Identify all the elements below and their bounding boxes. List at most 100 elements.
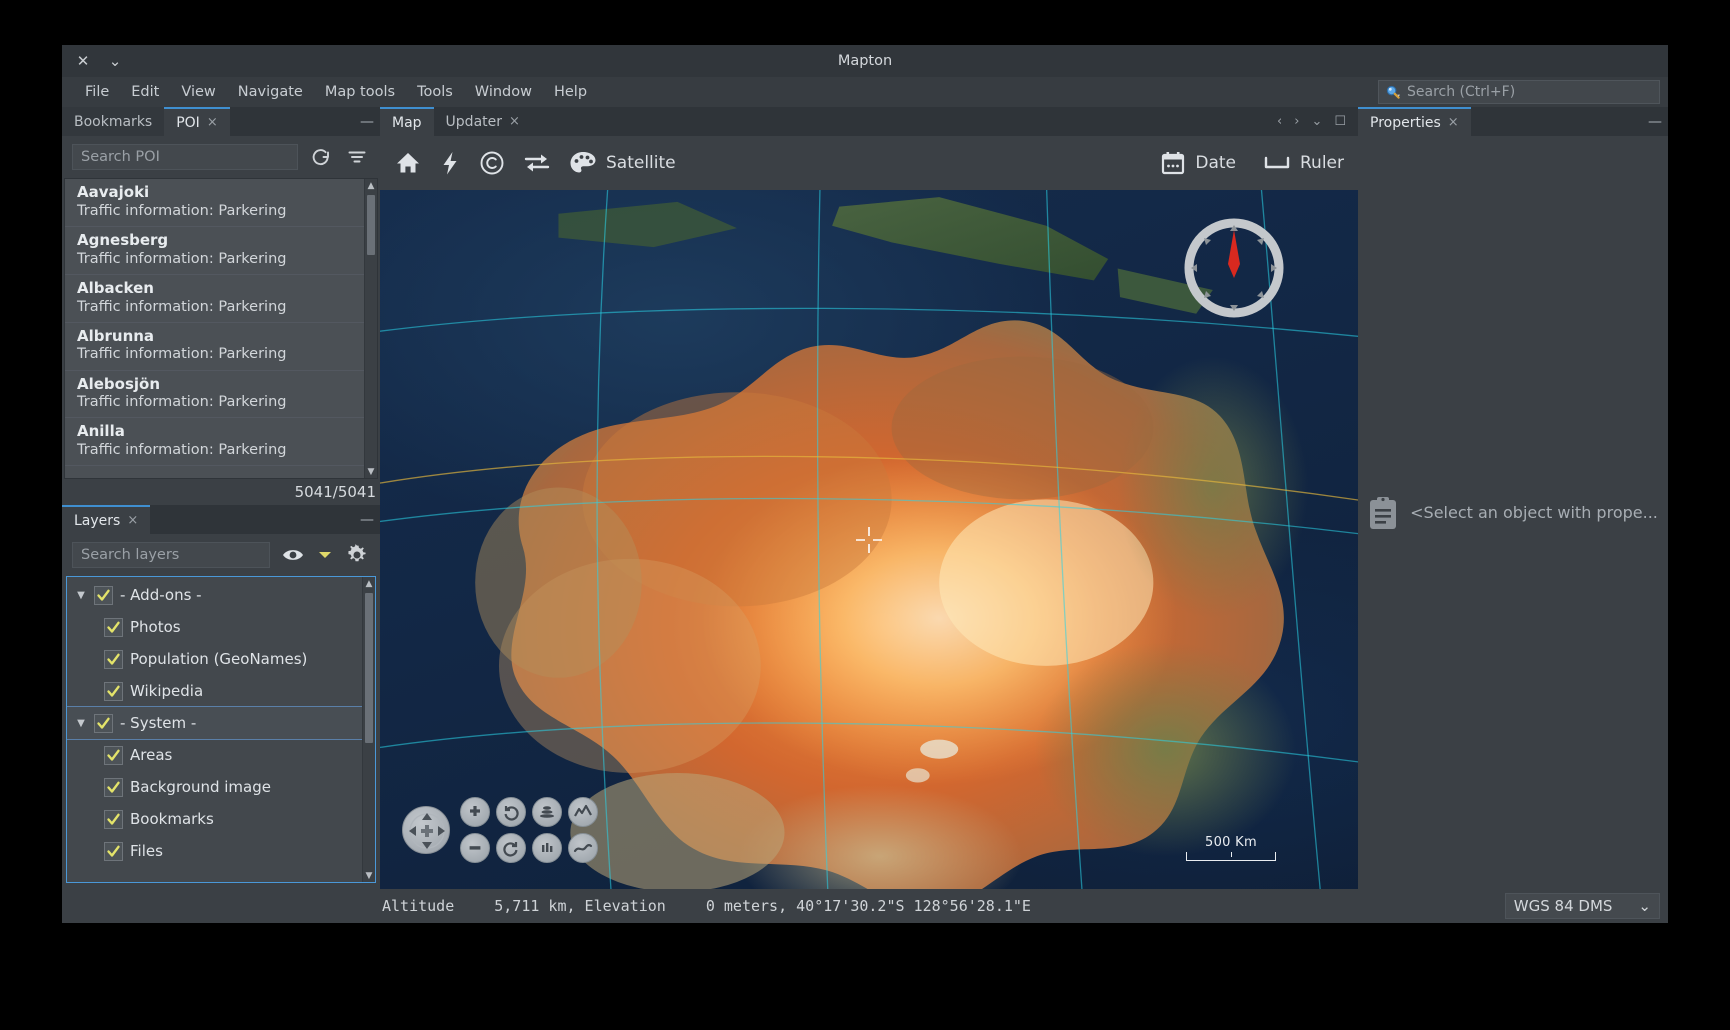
poi-minimize-button[interactable]: —: [354, 107, 380, 136]
menu-view[interactable]: View: [170, 81, 226, 103]
filter-icon[interactable]: [344, 144, 370, 170]
layers-scrollbar[interactable]: ▲ ▼: [362, 577, 375, 882]
swap-button[interactable]: [522, 150, 552, 176]
refresh-icon[interactable]: [308, 144, 334, 170]
chevron-down-icon[interactable]: [316, 542, 334, 568]
chevron-down-icon: ⌄: [1638, 897, 1651, 915]
menu-window[interactable]: Window: [464, 81, 543, 103]
main-body: Bookmarks POI × — Search POI Aavajoki Tr…: [62, 107, 1668, 889]
gear-icon[interactable]: [344, 542, 370, 568]
satellite-button[interactable]: Satellite: [568, 149, 676, 177]
tree-row-addons[interactable]: ▼ - Add-ons -: [67, 579, 362, 611]
layer-checkbox[interactable]: [104, 745, 123, 765]
tab-poi[interactable]: POI ×: [164, 107, 230, 136]
poi-search-input[interactable]: Search POI: [72, 144, 298, 170]
layers-minimize-button[interactable]: —: [354, 505, 380, 534]
rotate-cw-icon[interactable]: [496, 833, 526, 863]
tab-next-icon[interactable]: ›: [1294, 114, 1299, 129]
quick-action-button[interactable]: [438, 149, 462, 177]
horizon-icon[interactable]: [568, 833, 598, 863]
global-search-input[interactable]: Search (Ctrl+F): [1378, 80, 1660, 104]
rotate-ccw-icon[interactable]: [496, 797, 526, 827]
copyright-button[interactable]: [478, 149, 506, 177]
eye-icon[interactable]: [280, 542, 306, 568]
tab-layers[interactable]: Layers ×: [62, 505, 151, 534]
tab-updater[interactable]: Updater ×: [433, 107, 532, 136]
ruler-button[interactable]: Ruler: [1262, 151, 1344, 175]
global-search-placeholder: Search (Ctrl+F): [1407, 84, 1516, 100]
compass-icon[interactable]: [1182, 216, 1286, 320]
scroll-up-icon[interactable]: ▲: [363, 577, 375, 590]
scroll-down-icon[interactable]: ▼: [365, 465, 377, 478]
pan-pad-icon[interactable]: [402, 806, 450, 854]
list-item[interactable]: Alebosjön Traffic information: Parkering: [65, 371, 364, 419]
tab-properties[interactable]: Properties ×: [1358, 107, 1471, 136]
poi-scrollbar[interactable]: ▲ ▼: [364, 179, 377, 478]
elevation-icon[interactable]: [532, 833, 562, 863]
coordinate-system-select[interactable]: WGS 84 DMS ⌄: [1504, 893, 1660, 919]
tree-row-system[interactable]: ▼ - System -: [67, 706, 362, 740]
tab-bookmarks[interactable]: Bookmarks: [62, 107, 165, 136]
tab-poi-close-icon[interactable]: ×: [207, 115, 218, 130]
tree-row-background-image[interactable]: Background image: [67, 771, 362, 803]
tab-layers-close-icon[interactable]: ×: [127, 513, 138, 528]
menu-edit[interactable]: Edit: [120, 81, 170, 103]
ruler-icon: [1264, 156, 1290, 169]
tab-properties-close-icon[interactable]: ×: [1448, 115, 1459, 130]
list-item[interactable]: Albrunna Traffic information: Parkering: [65, 323, 364, 371]
layer-checkbox[interactable]: [104, 777, 123, 797]
tab-map[interactable]: Map: [380, 107, 434, 136]
tree-row-files[interactable]: Files: [67, 835, 362, 867]
menu-tools[interactable]: Tools: [406, 81, 464, 103]
terrain-icon[interactable]: [568, 797, 598, 827]
layer-checkbox[interactable]: [104, 617, 123, 637]
poi-name: Aavajoki: [77, 183, 150, 201]
layers-search-input[interactable]: Search layers: [72, 542, 270, 568]
mapton-window: ✕ ⌄ Mapton File Edit View Navigate Map t…: [62, 45, 1668, 923]
poi-list[interactable]: Aavajoki Traffic information: Parkering …: [65, 179, 364, 478]
zoom-out-icon[interactable]: [460, 833, 490, 863]
tab-list-icon[interactable]: ⌄: [1311, 114, 1322, 129]
expand-triangle-icon[interactable]: ▼: [75, 590, 87, 601]
properties-minimize-button[interactable]: —: [1642, 107, 1668, 136]
menu-help[interactable]: Help: [543, 81, 598, 103]
poi-scrollbar-thumb[interactable]: [367, 195, 375, 255]
layer-checkbox[interactable]: [94, 585, 113, 605]
zoom-in-icon[interactable]: [460, 797, 490, 827]
tab-prev-icon[interactable]: ‹: [1277, 114, 1282, 129]
scroll-down-icon[interactable]: ▼: [363, 869, 375, 882]
list-item[interactable]: Aavajoki Traffic information: Parkering: [65, 179, 364, 227]
list-item[interactable]: Agnesberg Traffic information: Parkering: [65, 227, 364, 275]
layers-search-row: Search layers: [62, 534, 380, 576]
tab-maximize-icon[interactable]: ☐: [1334, 114, 1346, 129]
scroll-up-icon[interactable]: ▲: [365, 179, 377, 192]
tilt-icon[interactable]: [532, 797, 562, 827]
map-view[interactable]: 500 Km: [380, 190, 1358, 889]
map-navigation-controls: [402, 797, 598, 863]
layer-checkbox[interactable]: [104, 681, 123, 701]
layers-scrollbar-thumb[interactable]: [365, 593, 373, 743]
list-item[interactable]: Albacken Traffic information: Parkering: [65, 275, 364, 323]
tree-row-wikipedia[interactable]: Wikipedia: [67, 675, 362, 707]
list-item[interactable]: Anilla Traffic information: Parkering: [65, 418, 364, 467]
chevron-down-icon[interactable]: ⌄: [106, 52, 124, 70]
layer-checkbox[interactable]: [104, 841, 123, 861]
menu-map-tools[interactable]: Map tools: [314, 81, 406, 103]
tree-row-photos[interactable]: Photos: [67, 611, 362, 643]
date-button[interactable]: Date: [1159, 149, 1236, 177]
home-button[interactable]: [394, 149, 422, 177]
menu-navigate[interactable]: Navigate: [227, 81, 314, 103]
calendar-icon: [1162, 152, 1185, 175]
layer-checkbox[interactable]: [104, 809, 123, 829]
tree-row-population[interactable]: Population (GeoNames): [67, 643, 362, 675]
expand-triangle-icon[interactable]: ▼: [75, 718, 87, 729]
layers-tree[interactable]: ▼ - Add-ons - Photos Population (GeoName…: [67, 577, 362, 882]
tree-row-bookmarks[interactable]: Bookmarks: [67, 803, 362, 835]
layer-checkbox[interactable]: [104, 649, 123, 669]
tab-updater-close-icon[interactable]: ×: [509, 114, 520, 129]
menu-file[interactable]: File: [74, 81, 120, 103]
close-icon[interactable]: ✕: [74, 52, 92, 70]
home-icon: [397, 153, 419, 173]
tree-row-areas[interactable]: Areas: [67, 739, 362, 771]
layer-checkbox[interactable]: [94, 713, 113, 733]
